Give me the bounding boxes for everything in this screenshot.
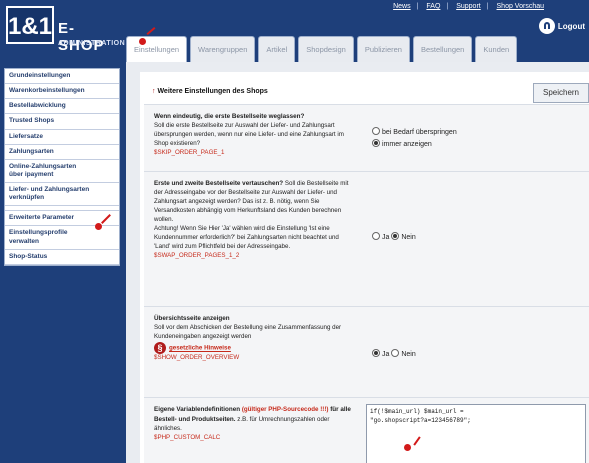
annotation-dot — [95, 223, 102, 230]
option-show[interactable]: immer anzeigen — [372, 139, 432, 148]
option-label: Nein — [401, 234, 416, 241]
link-faq[interactable]: FAQ — [423, 3, 443, 10]
option-skip[interactable]: bei Bedarf überspringen — [372, 127, 457, 136]
setting-text: Soll die erste Bestellseite zur Auswahl … — [154, 121, 344, 147]
legal-notes-link[interactable]: gesetzliche Hinweise — [169, 345, 231, 352]
option-ja[interactable]: Ja — [372, 232, 390, 241]
sidebar-group: Erweiterte Parameter Einstellungsprofile… — [5, 210, 119, 265]
save-button[interactable]: Speichern — [533, 83, 589, 103]
page-title: ↑ Weitere Einstellungen des Shops — [152, 88, 268, 95]
setting-text: Soll vor dem Abschicken der Bestellung e… — [154, 323, 342, 340]
tab-artikel[interactable]: Artikel — [258, 36, 296, 63]
setting-variable: $SHOW_ORDER_OVERVIEW — [154, 353, 240, 361]
content-area: ↑ Weitere Einstellungen des Shops Speich… — [126, 62, 589, 463]
setting-row: Wenn eindeutig, die erste Bestellseite w… — [144, 104, 589, 171]
sidebar-menu: Grundeinstellungen Warenkorbeinstellunge… — [4, 68, 120, 266]
header-bar: 1&1 E-SHOP ADMINISTRATION News | FAQ | Sup… — [0, 0, 589, 63]
setting-description: Übersichtsseite anzeigen Soll vor dem Ab… — [154, 314, 354, 363]
setting-title: Übersichtsseite anzeigen — [154, 315, 230, 322]
brand-shop-label: E-SHOP — [58, 20, 105, 54]
annotation-dot — [404, 444, 411, 451]
setting-row: Eigene Variablendefinitionen (gültiger P… — [144, 397, 589, 463]
sidebar-item-verknuepfen[interactable]: Liefer- und Zahlungsarten verknüpfen — [5, 183, 119, 207]
link-news[interactable]: News — [390, 3, 414, 10]
sidebar-item-bestellabwicklung[interactable]: Bestellabwicklung — [5, 99, 119, 115]
link-shop-preview[interactable]: Shop Vorschau — [494, 3, 547, 10]
tab-warengruppen[interactable]: Warengruppen — [190, 36, 256, 63]
option-label: Nein — [401, 351, 416, 358]
option-group-swap: Ja Nein — [372, 232, 416, 241]
lock-icon — [538, 18, 555, 34]
custom-php-textarea[interactable]: if(!$main_url) $main_url = "go.shopscrip… — [366, 404, 586, 463]
top-links: News | FAQ | Support | Shop Vorschau — [390, 3, 547, 10]
sidebar-item-zahlungsarten[interactable]: Zahlungsarten — [5, 145, 119, 160]
setting-variable: $SKIP_ORDER_PAGE_1 — [154, 148, 225, 156]
setting-description: Eigene Variablendefinitionen (gültiger P… — [154, 405, 354, 443]
tab-einstellungen[interactable]: Einstellungen — [126, 36, 188, 63]
sidebar: Grundeinstellungen Warenkorbeinstellunge… — [0, 62, 126, 463]
tab-kunden[interactable]: Kunden — [475, 36, 518, 63]
option-label: Ja — [382, 351, 390, 358]
sidebar-item-einstellungsprofile[interactable]: Einstellungsprofile verwalten — [5, 226, 119, 250]
sidebar-item-trusted-shops[interactable]: Trusted Shops — [5, 114, 119, 130]
brand-admin-label: ADMINISTRATION — [58, 40, 126, 47]
tab-shopdesign[interactable]: Shopdesign — [298, 36, 354, 63]
option-group-overview: Ja Nein — [372, 349, 416, 358]
radio-icon — [372, 127, 380, 135]
sidebar-item-liefersatze[interactable]: Liefersatze — [5, 130, 119, 145]
setting-variable: $SWAP_ORDER_PAGES_1_2 — [154, 251, 240, 259]
sidebar-item-online-zahlungsarten[interactable]: Online-Zahlungsarten über ipayment — [5, 160, 119, 183]
setting-title-warning: (gültiger PHP-Sourcecode !!!) — [241, 406, 329, 413]
page-title-text: Weitere Einstellungen des Shops — [157, 88, 268, 95]
sidebar-item-grundeinstellungen[interactable]: Grundeinstellungen — [5, 69, 119, 85]
option-label: Ja — [382, 234, 390, 241]
option-nein[interactable]: Nein — [391, 349, 416, 358]
setting-title: Erste und zweite Bestellseite vertausche… — [154, 180, 284, 187]
setting-row: Übersichtsseite anzeigen Soll vor dem Ab… — [144, 306, 589, 397]
option-label: immer anzeigen — [382, 141, 432, 148]
logout-label: Logout — [557, 21, 585, 31]
radio-selected-icon — [391, 232, 400, 240]
sidebar-item-shop-status[interactable]: Shop-Status — [5, 250, 119, 265]
link-support[interactable]: Support — [453, 3, 484, 10]
radio-selected-icon — [372, 349, 380, 357]
option-label: bei Bedarf überspringen — [382, 129, 457, 136]
option-ja[interactable]: Ja — [372, 349, 390, 358]
tab-publizieren[interactable]: Publizieren — [356, 36, 410, 63]
annotation-dot — [139, 38, 146, 45]
setting-title: Wenn eindeutig, die erste Bestellseite w… — [154, 113, 305, 120]
option-nein[interactable]: Nein — [391, 232, 416, 241]
logout-button[interactable]: Logout — [538, 18, 585, 34]
setting-description: Wenn eindeutig, die erste Bestellseite w… — [154, 112, 354, 158]
setting-row: Erste und zweite Bestellseite vertausche… — [144, 171, 589, 306]
setting-variable: $PHP_CUSTOM_CALC — [154, 433, 221, 441]
tab-bestellungen[interactable]: Bestellungen — [412, 36, 473, 63]
radio-icon — [372, 232, 380, 240]
radio-selected-icon — [372, 139, 380, 147]
main-tabs: Einstellungen Warengruppen Artikel Shopd… — [126, 18, 518, 63]
setting-description: Erste und zweite Bestellseite vertausche… — [154, 179, 354, 261]
paragraph-icon: § — [154, 341, 166, 354]
sidebar-item-warenkorbeinstellungen[interactable]: Warenkorbeinstellungen — [5, 84, 119, 100]
radio-icon — [391, 349, 400, 357]
settings-panel: ↑ Weitere Einstellungen des Shops Speich… — [140, 72, 589, 463]
brand-logo[interactable]: 1&1 E-SHOP ADMINISTRATION — [6, 6, 125, 62]
setting-title: Eigene Variablendefinitionen — [154, 406, 241, 413]
brand-mark: 1&1 — [6, 6, 54, 44]
app-window: 1&1 E-SHOP ADMINISTRATION News | FAQ | Sup… — [0, 0, 589, 463]
setting-warning: Achtung! Wenn Sie Hier 'Ja' wählen wird … — [154, 224, 339, 250]
